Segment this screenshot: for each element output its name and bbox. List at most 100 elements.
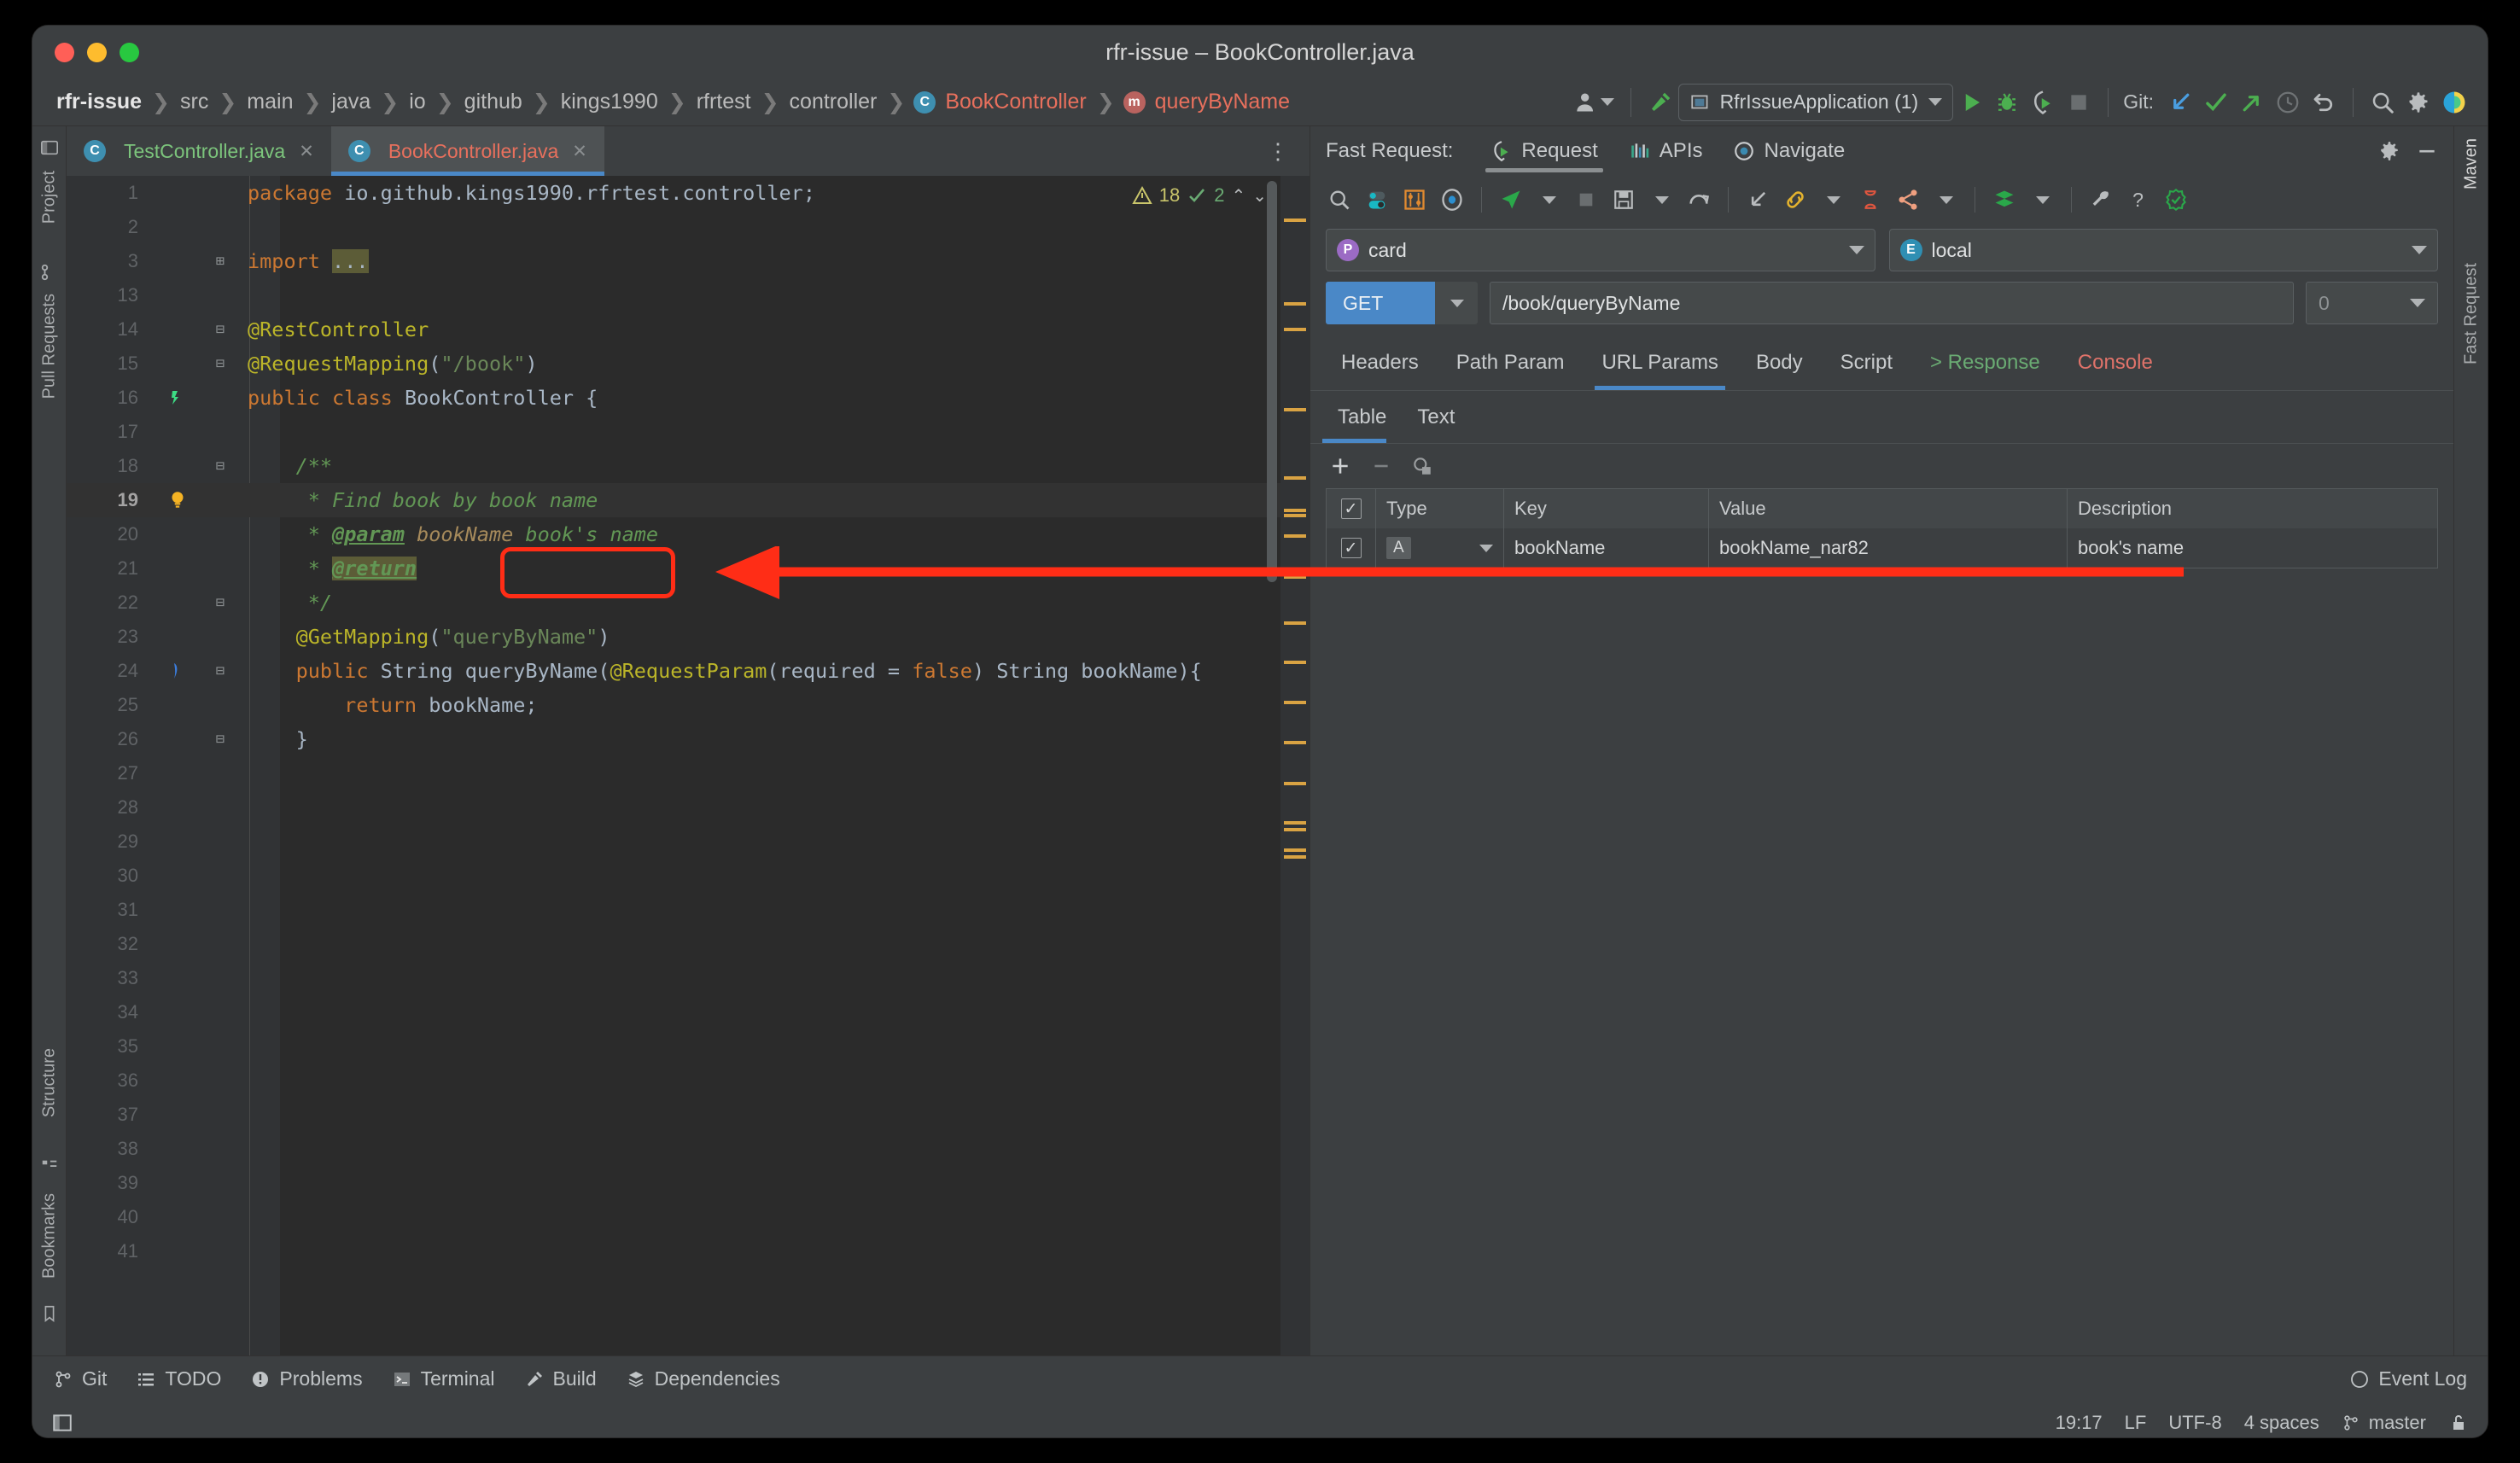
project-panel-icon[interactable]: [40, 138, 59, 157]
breadcrumb-item-method[interactable]: queryByName: [1153, 90, 1292, 114]
column-header-value[interactable]: Value: [1709, 489, 2068, 528]
code-line[interactable]: 2: [67, 210, 1310, 244]
redo-icon[interactable]: [1682, 183, 1716, 217]
code-line[interactable]: 18 ⊟ /**: [67, 449, 1310, 483]
sidebar-item-maven[interactable]: Maven: [2461, 138, 2481, 189]
stack-dropdown-icon[interactable]: [2025, 183, 2059, 217]
code-line[interactable]: 37: [67, 1098, 1310, 1132]
bottom-item-problems[interactable]: Problems: [250, 1367, 363, 1390]
tab-url-params[interactable]: URL Params: [1583, 335, 1736, 390]
code-line[interactable]: 33: [67, 961, 1310, 995]
tab-navigate[interactable]: Navigate: [1718, 126, 1860, 176]
fold-toggle[interactable]: ⊟: [203, 321, 237, 338]
ai-assistant-icon[interactable]: [2436, 85, 2472, 120]
column-header-description[interactable]: Description: [2068, 489, 2437, 528]
code-line[interactable]: 20 * @param bookName book's name: [67, 517, 1310, 551]
debug-icon[interactable]: [1989, 85, 2025, 120]
code-lines[interactable]: 1 package io.github.kings1990.rfrtest.con…: [67, 176, 1310, 1355]
tab-response[interactable]: > Response: [1911, 335, 2059, 390]
chevron-down-icon[interactable]: ⌄: [1252, 185, 1267, 207]
cell-key[interactable]: bookName: [1504, 528, 1709, 568]
send-dropdown-icon[interactable]: [1531, 183, 1566, 217]
git-push-icon[interactable]: [2234, 85, 2270, 120]
tab-table[interactable]: Table: [1322, 391, 1402, 443]
code-line[interactable]: 23 @GetMapping("queryByName"): [67, 620, 1310, 654]
editor-tab-testcontroller[interactable]: C TestController.java ✕: [67, 126, 331, 176]
code-line[interactable]: 40: [67, 1200, 1310, 1234]
chevron-down-icon[interactable]: [1435, 282, 1478, 324]
save-dropdown-icon[interactable]: [1644, 183, 1678, 217]
code-line[interactable]: 36: [67, 1064, 1310, 1098]
settings-gear-icon[interactable]: [2400, 85, 2436, 120]
environment-select[interactable]: E local: [1888, 229, 2438, 271]
tab-request[interactable]: Request: [1475, 126, 1613, 176]
minimize-icon[interactable]: [2416, 140, 2438, 162]
code-line[interactable]: 41: [67, 1234, 1310, 1268]
chevron-down-icon[interactable]: [1479, 544, 1493, 552]
account-icon[interactable]: [1570, 85, 1619, 120]
code-line[interactable]: 16 public class BookController {: [67, 381, 1310, 415]
breadcrumb-item-project[interactable]: rfr-issue: [55, 90, 143, 114]
wrench-icon[interactable]: [2084, 183, 2118, 217]
link-icon[interactable]: [1778, 183, 1812, 217]
sidebar-item-fast-request[interactable]: Fast Request: [2461, 263, 2481, 364]
code-line[interactable]: 24 ⊟ public String queryByName(@RequestPa…: [67, 654, 1310, 688]
close-button[interactable]: [55, 43, 74, 62]
stack-icon[interactable]: [1987, 183, 2021, 217]
fold-toggle[interactable]: ⊟: [203, 458, 237, 475]
column-header-type[interactable]: Type: [1376, 489, 1504, 528]
tab-path-param[interactable]: Path Param: [1438, 335, 1584, 390]
breadcrumb-item-class[interactable]: BookController: [943, 90, 1088, 114]
indent-setting[interactable]: 4 spaces: [2244, 1412, 2319, 1434]
editor-tab-options-icon[interactable]: ⋮: [1248, 126, 1310, 176]
code-line[interactable]: 3 ⊞ import ...: [67, 244, 1310, 278]
select-all-checkbox[interactable]: ✓: [1327, 489, 1376, 528]
minimize-button[interactable]: [87, 43, 107, 62]
sidebar-item-structure[interactable]: Structure: [39, 1048, 59, 1117]
url-input[interactable]: /book/queryByName: [1490, 282, 2294, 324]
timer-icon[interactable]: [1853, 183, 1887, 217]
link-dropdown-icon[interactable]: [1816, 183, 1850, 217]
fold-toggle[interactable]: ⊞: [203, 253, 237, 270]
breadcrumb-item-rfrtest[interactable]: rfrtest: [695, 90, 753, 114]
class-marker-icon[interactable]: [152, 388, 203, 408]
cell-value[interactable]: bookName_nar82: [1709, 528, 2068, 568]
bottom-item-todo[interactable]: TODO: [136, 1367, 221, 1390]
web-mapping-icon[interactable]: [152, 661, 203, 681]
code-line[interactable]: 34: [67, 995, 1310, 1029]
code-line[interactable]: 1 package io.github.kings1990.rfrtest.con…: [67, 176, 1310, 210]
timeout-input[interactable]: 0: [2306, 282, 2438, 324]
tab-console[interactable]: Console: [2059, 335, 2172, 390]
cell-type[interactable]: A: [1376, 528, 1504, 568]
code-line[interactable]: 28: [67, 790, 1310, 825]
error-stripe-marker-strip[interactable]: [1280, 176, 1310, 1355]
bulk-edit-icon[interactable]: [1411, 455, 1433, 477]
file-encoding[interactable]: UTF-8: [2168, 1412, 2221, 1434]
line-separator[interactable]: LF: [2125, 1412, 2147, 1434]
share-icon[interactable]: [1891, 183, 1925, 217]
url-params-table[interactable]: ✓ Type Key Value Description ✓ A bookNam…: [1326, 488, 2438, 568]
share-dropdown-icon[interactable]: [1928, 183, 1963, 217]
run-with-coverage-icon[interactable]: [2025, 85, 2061, 120]
code-line[interactable]: 39: [67, 1166, 1310, 1200]
inspection-widget[interactable]: 18 2 ⌃ ⌄: [1132, 184, 1267, 207]
breadcrumb-item-java[interactable]: java: [330, 90, 372, 114]
sidebar-item-bookmarks[interactable]: Bookmarks: [39, 1193, 59, 1279]
breadcrumb-item-kings1990[interactable]: kings1990: [559, 90, 660, 114]
code-line[interactable]: 31: [67, 893, 1310, 927]
code-line[interactable]: 30: [67, 859, 1310, 893]
send-icon[interactable]: [1494, 183, 1528, 217]
code-editor[interactable]: 1 package io.github.kings1990.rfrtest.con…: [67, 176, 1310, 1355]
search-icon[interactable]: [1322, 183, 1356, 217]
collapse-icon[interactable]: [1741, 183, 1775, 217]
code-line[interactable]: 27: [67, 756, 1310, 790]
bottom-item-terminal[interactable]: Terminal: [392, 1367, 495, 1390]
git-commit-icon[interactable]: [2198, 85, 2234, 120]
settings-gear-icon[interactable]: [2378, 140, 2400, 162]
help-icon[interactable]: ?: [2121, 183, 2155, 217]
column-header-key[interactable]: Key: [1504, 489, 1709, 528]
structure-icon[interactable]: [40, 1157, 59, 1176]
window-controls[interactable]: [55, 43, 139, 62]
save-icon[interactable]: [1607, 183, 1641, 217]
breadcrumb-item-src[interactable]: src: [178, 90, 210, 114]
